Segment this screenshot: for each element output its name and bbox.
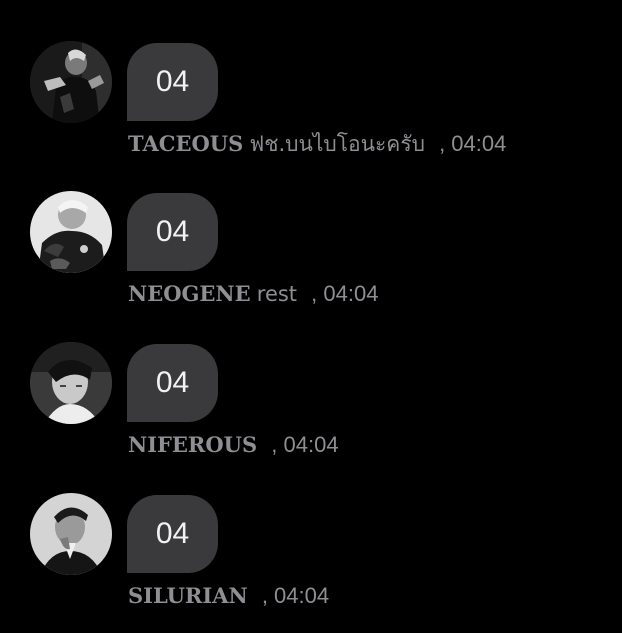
message-timestamp: , 04:04 — [271, 432, 339, 457]
chat-message: 04 SILURIAN , 04:04 — [0, 493, 622, 633]
sender-status: rest — [256, 282, 298, 306]
sender-name[interactable]: SILURIAN — [128, 583, 248, 608]
avatar-photo — [30, 41, 112, 123]
message-text: 04 — [155, 366, 190, 399]
message-bubble[interactable]: 04 — [127, 495, 218, 573]
chat-message: 04 TACEOUS ฟช.บนไบโอนะครับ , 04:04 — [0, 41, 622, 181]
sender-name[interactable]: NIFEROUS — [128, 432, 257, 457]
avatar[interactable] — [30, 342, 112, 424]
message-text: 04 — [155, 517, 190, 550]
message-bubble[interactable]: 04 — [127, 344, 218, 422]
chat-message: 04 NIFEROUS , 04:04 — [0, 342, 622, 482]
message-timestamp: , 04:04 — [311, 281, 379, 306]
avatar-photo — [30, 191, 112, 273]
chat-message: 04 NEOGENE rest , 04:04 — [0, 191, 622, 331]
sender-name[interactable]: TACEOUS — [128, 131, 243, 156]
avatar[interactable] — [30, 41, 112, 123]
message-text: 04 — [155, 215, 190, 248]
message-timestamp: , 04:04 — [261, 583, 330, 608]
message-meta: SILURIAN , 04:04 — [128, 581, 329, 611]
avatar[interactable] — [30, 191, 112, 273]
sender-status: ฟช.บนไบโอนะครับ — [249, 132, 425, 156]
avatar[interactable] — [30, 493, 112, 575]
message-timestamp: , 04:04 — [439, 131, 507, 156]
message-meta: TACEOUS ฟช.บนไบโอนะครับ , 04:04 — [128, 129, 506, 159]
avatar-photo — [30, 493, 112, 575]
message-bubble[interactable]: 04 — [127, 43, 218, 121]
message-bubble[interactable]: 04 — [127, 193, 218, 271]
avatar-photo — [30, 342, 112, 424]
message-meta: NEOGENE rest , 04:04 — [128, 279, 378, 309]
message-text: 04 — [155, 65, 190, 98]
sender-name[interactable]: NEOGENE — [128, 281, 251, 306]
message-meta: NIFEROUS , 04:04 — [128, 430, 339, 460]
